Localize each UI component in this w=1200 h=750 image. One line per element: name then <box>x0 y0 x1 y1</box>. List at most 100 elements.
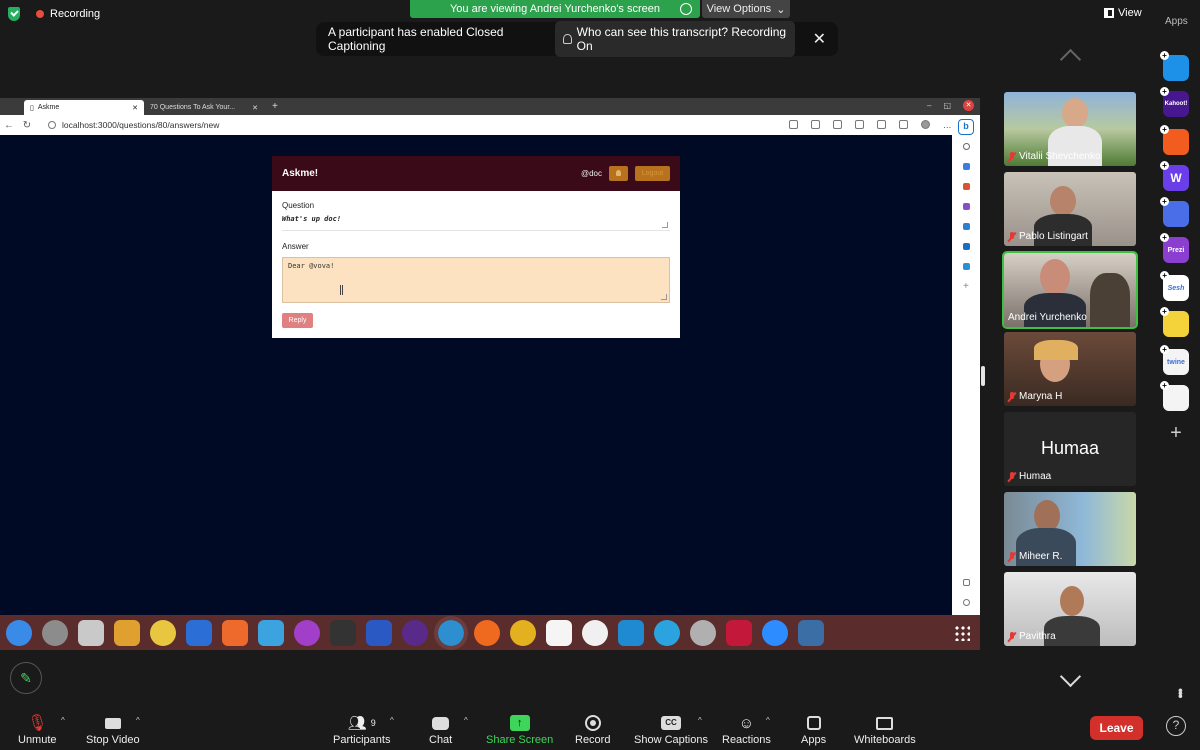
edge-icon[interactable] <box>434 615 468 650</box>
user-icon[interactable] <box>609 166 628 181</box>
rubymine-icon[interactable] <box>726 619 752 646</box>
reactions-caret-icon[interactable]: ^ <box>766 716 770 725</box>
audio-options-caret-icon[interactable]: ^ <box>61 716 65 725</box>
close-tab-icon[interactable]: ✕ <box>132 104 138 112</box>
slack-icon[interactable] <box>546 619 572 646</box>
outlook-icon[interactable] <box>963 243 970 250</box>
games-icon[interactable] <box>963 203 970 210</box>
minimize-icon[interactable]: – <box>927 101 931 110</box>
prezi-app-icon[interactable]: + Prezi <box>1160 233 1189 263</box>
share-screen-button[interactable]: ↑ Share Screen <box>486 712 553 746</box>
participants-button[interactable]: 👥︎ 9 Participants <box>333 712 390 746</box>
record-button[interactable]: Record <box>575 712 610 746</box>
finder-icon[interactable] <box>6 619 32 646</box>
zoom-icon[interactable] <box>762 619 788 646</box>
docs-icon[interactable] <box>186 619 212 646</box>
participant-tile[interactable]: Maryna H <box>1004 332 1136 406</box>
twine-app-icon[interactable]: + twine <box>1160 345 1189 375</box>
window-close-icon[interactable]: ✕ <box>963 100 974 111</box>
package-icon[interactable] <box>258 619 284 646</box>
stop-video-button[interactable]: Stop Video <box>86 712 140 746</box>
back-icon[interactable]: ← <box>0 120 18 131</box>
read-aloud-icon[interactable] <box>789 120 798 129</box>
chat-button[interactable]: Chat <box>429 712 452 746</box>
chat-caret-icon[interactable]: ^ <box>464 716 468 725</box>
user-handle[interactable]: @doc <box>581 169 602 178</box>
captions-caret-icon[interactable]: ^ <box>698 716 702 725</box>
reload-icon[interactable]: ↻ <box>18 120 36 131</box>
bing-icon[interactable]: b <box>958 119 974 135</box>
mysql-workbench-icon[interactable] <box>798 619 824 646</box>
sidebar-toggle-icon[interactable] <box>963 579 970 586</box>
orange-app-icon[interactable]: + <box>1160 125 1189 155</box>
reactions-button[interactable]: ☺︎ Reactions <box>722 712 771 747</box>
w-app-icon[interactable]: + W <box>1160 161 1189 191</box>
collections-icon[interactable] <box>877 120 886 129</box>
shopping-icon[interactable] <box>963 163 970 170</box>
app-launcher-icon[interactable]: + <box>1160 51 1189 81</box>
tor-icon[interactable] <box>402 619 428 646</box>
help-icon[interactable]: ? <box>1166 716 1186 736</box>
tab-70-questions[interactable]: 70 Questions To Ask Your... ✕ <box>144 100 264 115</box>
firefox-icon[interactable] <box>474 619 500 646</box>
reply-button[interactable]: Reply <box>282 313 313 328</box>
disk-utility-icon[interactable] <box>690 619 716 646</box>
leave-button[interactable]: Leave <box>1090 716 1143 740</box>
calculator-icon[interactable] <box>114 619 140 646</box>
annotate-pencil-icon[interactable]: ✎ <box>10 662 42 694</box>
firefox-dev-icon[interactable] <box>294 619 320 646</box>
add-app-icon[interactable]: + <box>1166 423 1186 444</box>
scroll-down-chevron-icon[interactable] <box>1057 672 1083 688</box>
scroll-up-chevron-icon[interactable] <box>1057 48 1083 62</box>
recording-indicator[interactable]: Recording <box>8 7 100 21</box>
participants-caret-icon[interactable]: ^ <box>390 716 394 725</box>
kahoot-app-icon[interactable]: + Kahoot! <box>1160 87 1189 117</box>
telegram-icon[interactable] <box>654 619 680 646</box>
app-grid-icon[interactable] <box>954 625 970 641</box>
participant-tile[interactable]: Vitalii Shevchenko <box>1004 92 1136 166</box>
profile-icon[interactable] <box>921 120 930 129</box>
tools-icon[interactable] <box>963 183 970 190</box>
vscode-icon[interactable] <box>618 619 644 646</box>
new-tab-icon[interactable]: + <box>272 101 278 115</box>
ai-app-icon[interactable]: + <box>1160 197 1189 227</box>
preview-icon[interactable] <box>78 619 104 646</box>
apps-button[interactable]: Apps <box>801 712 826 746</box>
more-icon[interactable]: … <box>943 120 952 130</box>
terminal-icon[interactable] <box>330 619 356 646</box>
answer-textarea[interactable]: Dear @vova! <box>282 257 670 303</box>
search-icon[interactable] <box>963 143 970 150</box>
more-options-icon[interactable]: ••• <box>1173 688 1189 697</box>
transcript-visibility-button[interactable]: Who can see this transcript? Recording O… <box>555 21 795 57</box>
url-input[interactable]: localhost:3000/questions/80/answers/new <box>62 120 219 130</box>
app-store-icon[interactable] <box>222 619 248 646</box>
close-tab-icon[interactable]: ✕ <box>252 104 258 112</box>
rhythmbox-icon[interactable] <box>150 619 176 646</box>
participant-tile[interactable]: Pablo Listingart <box>1004 172 1136 246</box>
resize-handle[interactable] <box>981 366 985 386</box>
view-button[interactable]: View <box>1104 7 1142 19</box>
scanner-icon[interactable] <box>366 619 392 646</box>
system-settings-icon[interactable] <box>42 619 68 646</box>
favorites-icon[interactable] <box>855 120 864 129</box>
unmute-button[interactable]: 🎙︎ Unmute <box>18 712 57 746</box>
close-icon[interactable]: ✕ <box>813 29 826 49</box>
whiteboards-button[interactable]: Whiteboards <box>854 712 916 746</box>
view-options-button[interactable]: View Options ⌄ <box>702 0 790 18</box>
grid-app-icon[interactable]: + <box>1160 381 1189 411</box>
participant-tile[interactable]: Miheer R. <box>1004 492 1136 566</box>
show-captions-button[interactable]: CC Show Captions <box>634 712 708 746</box>
tab-askme[interactable]: ▯ Askme ✕ <box>24 100 144 115</box>
askme-brand[interactable]: Askme! <box>282 168 318 179</box>
restore-icon[interactable]: ◱ <box>943 101 951 110</box>
emoji-app-icon[interactable]: + <box>1160 307 1189 337</box>
office-icon[interactable] <box>963 223 970 230</box>
participant-tile[interactable]: Pavithra <box>1004 572 1136 646</box>
settings-icon[interactable] <box>963 599 970 606</box>
logout-button[interactable]: Logout <box>635 166 670 181</box>
site-info-icon[interactable] <box>48 121 56 129</box>
split-screen-icon[interactable] <box>833 120 842 129</box>
participant-tile-active-speaker[interactable]: Andrei Yurchenko <box>1002 251 1138 329</box>
mongodb-icon[interactable] <box>582 619 608 646</box>
sesh-app-icon[interactable]: + Sesh <box>1160 271 1189 301</box>
